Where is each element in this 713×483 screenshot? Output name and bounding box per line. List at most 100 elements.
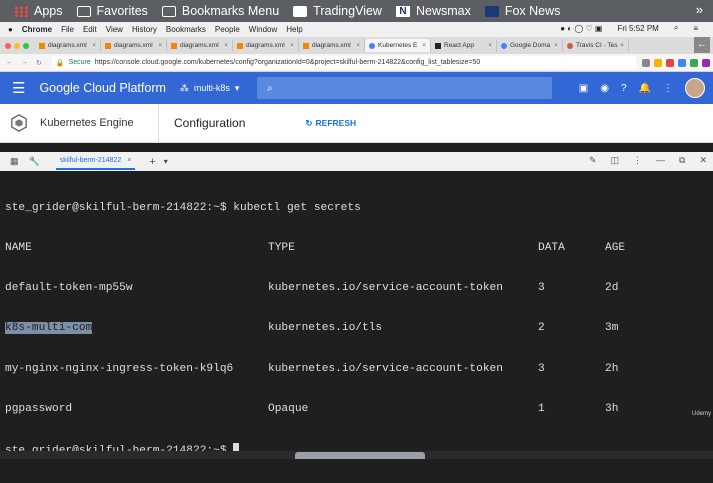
table-row: k8s-multi-com kubernetes.io/tls 2 3m bbox=[5, 322, 708, 335]
open-new-window-icon[interactable]: ⧉ bbox=[679, 155, 685, 166]
help-icon[interactable]: ? bbox=[621, 83, 627, 94]
extension-icon[interactable] bbox=[701, 58, 710, 67]
minimize-window-icon[interactable] bbox=[14, 42, 20, 49]
spotlight-icon[interactable]: ⌕ bbox=[674, 23, 678, 33]
bookmark-tradingview[interactable]: TradingView bbox=[293, 4, 382, 18]
more-vert-icon[interactable]: ⋮ bbox=[633, 155, 642, 166]
browser-tab[interactable]: diagrams.xml × bbox=[101, 39, 167, 52]
kubernetes-engine-icon bbox=[11, 114, 27, 132]
menu-item-view[interactable]: View bbox=[106, 25, 123, 34]
shell-tab[interactable]: skilful-berm-214822 × bbox=[55, 154, 136, 170]
menu-item-people[interactable]: People bbox=[215, 25, 240, 34]
browser-tab[interactable]: Travis CI - Tes × bbox=[563, 39, 629, 52]
header-name: NAME bbox=[5, 242, 32, 255]
bookmark-bookmarks-menu[interactable]: Bookmarks Menu bbox=[161, 4, 279, 18]
notification-icon[interactable]: ≡ bbox=[693, 24, 698, 33]
extension-icon[interactable] bbox=[689, 58, 698, 67]
extension-icon[interactable] bbox=[677, 58, 686, 67]
cloud-shell-icon[interactable]: ◉ bbox=[600, 83, 609, 94]
refresh-label: REFRESH bbox=[315, 118, 357, 128]
search-bar[interactable]: ⌕ bbox=[257, 77, 552, 99]
forward-icon[interactable]: → bbox=[21, 59, 28, 66]
bookmark-label: Fox News bbox=[504, 4, 561, 18]
travis-icon bbox=[567, 42, 573, 49]
close-tab-icon[interactable]: × bbox=[620, 42, 624, 49]
menu-item-bookmarks[interactable]: Bookmarks bbox=[166, 25, 206, 34]
url-field[interactable]: 🔒 Secure https://console.cloud.google.co… bbox=[51, 56, 636, 69]
bookmark-label: Favorites bbox=[96, 4, 148, 18]
avatar[interactable] bbox=[685, 78, 705, 98]
menu-item-window[interactable]: Window bbox=[249, 25, 277, 34]
table-row: pgpassword Opaque 1 3h bbox=[5, 403, 708, 416]
refresh-button[interactable]: ↻ REFRESH bbox=[305, 118, 356, 129]
menu-status-area: ● ◐ ◯ ♡ ▣ Fri 5:52 PM ⌕ ≡ bbox=[560, 23, 707, 33]
chevron-down-icon[interactable]: ▾ bbox=[164, 157, 168, 166]
project-selector[interactable]: ⁂ multi-k8s ▾ bbox=[180, 83, 240, 94]
browser-tab[interactable]: React App × bbox=[431, 39, 497, 52]
secure-label: Secure bbox=[68, 59, 91, 66]
bookmark-fox-news[interactable]: Fox News bbox=[484, 4, 561, 18]
browser-tab-strip: diagrams.xml × diagrams.xml × diagrams.xml… bbox=[0, 37, 713, 54]
back-arrow-icon[interactable]: ← bbox=[694, 37, 710, 53]
search-icon: ⌕ bbox=[267, 82, 273, 94]
menu-item-history[interactable]: History bbox=[132, 25, 157, 34]
close-tab-icon[interactable]: × bbox=[127, 157, 131, 164]
keyboard-icon[interactable]: ▦ bbox=[10, 156, 19, 167]
browser-tab[interactable]: Google Doma × bbox=[497, 39, 563, 52]
menu-app-name[interactable]: Chrome bbox=[22, 25, 52, 34]
browser-tab-active[interactable]: Kubernetes E × bbox=[365, 39, 431, 52]
close-tab-icon[interactable]: × bbox=[92, 42, 96, 49]
menu-item-file[interactable]: File bbox=[61, 25, 74, 34]
wrench-icon[interactable]: 🔧 bbox=[29, 156, 40, 167]
close-tab-icon[interactable]: × bbox=[224, 42, 228, 49]
drawio-icon bbox=[105, 42, 111, 49]
more-vert-icon[interactable]: ⋮ bbox=[663, 83, 673, 94]
terminal[interactable]: ste_grider@skilful-berm-214822:~$ kubect… bbox=[0, 171, 713, 457]
close-tab-icon[interactable]: × bbox=[422, 42, 426, 49]
extension-icon[interactable] bbox=[665, 58, 674, 67]
close-icon[interactable]: ✕ bbox=[699, 155, 707, 166]
minimize-icon[interactable]: — bbox=[656, 155, 665, 166]
tab-label: diagrams.xml bbox=[312, 42, 351, 49]
more-bookmarks-icon[interactable]: » bbox=[696, 2, 703, 17]
notifications-icon[interactable]: 🔔 bbox=[639, 83, 651, 94]
back-icon[interactable]: ← bbox=[6, 59, 13, 66]
close-tab-icon[interactable]: × bbox=[158, 42, 162, 49]
secret-name: default-token-mp55w bbox=[5, 282, 133, 295]
tab-label: Kubernetes E bbox=[378, 42, 418, 49]
secret-name: pgpassword bbox=[5, 402, 73, 415]
folder-icon bbox=[76, 5, 91, 17]
hamburger-menu-icon[interactable]: ☰ bbox=[12, 79, 25, 97]
zoom-icon[interactable] bbox=[641, 58, 650, 67]
bookmark-newsmax[interactable]: N Newsmax bbox=[395, 4, 471, 18]
bookmark-apps[interactable]: Apps bbox=[14, 4, 63, 18]
star-icon[interactable] bbox=[653, 58, 662, 67]
edit-icon[interactable]: ✎ bbox=[589, 155, 597, 166]
browser-tab[interactable]: diagrams.xml × bbox=[233, 39, 299, 52]
bookmark-label: Apps bbox=[34, 4, 63, 18]
google-icon bbox=[501, 42, 507, 49]
gcp-title[interactable]: Google Cloud Platform bbox=[39, 81, 165, 95]
browser-tab[interactable]: diagrams.xml × bbox=[167, 39, 233, 52]
close-tab-icon[interactable]: × bbox=[356, 42, 360, 49]
secret-type: Opaque bbox=[268, 402, 309, 415]
zoom-window-icon[interactable] bbox=[23, 42, 29, 49]
close-tab-icon[interactable]: × bbox=[554, 42, 558, 49]
close-tab-icon[interactable]: × bbox=[290, 42, 294, 49]
drawio-icon bbox=[39, 42, 45, 49]
close-tab-icon[interactable]: × bbox=[488, 42, 492, 49]
web-preview-icon[interactable]: ◫ bbox=[611, 155, 620, 166]
gift-icon[interactable]: ▣ bbox=[579, 83, 588, 94]
secret-age: 2d bbox=[605, 282, 619, 295]
browser-tab[interactable]: diagrams.xml × bbox=[299, 39, 365, 52]
browser-tab[interactable]: diagrams.xml × bbox=[35, 39, 101, 52]
add-tab-icon[interactable]: + bbox=[149, 156, 155, 168]
reload-icon[interactable]: ↻ bbox=[36, 59, 42, 67]
bookmark-favorites[interactable]: Favorites bbox=[76, 4, 148, 18]
close-window-icon[interactable] bbox=[5, 42, 11, 49]
apple-icon[interactable]: ● bbox=[8, 25, 13, 34]
menu-item-edit[interactable]: Edit bbox=[83, 25, 97, 34]
bookmarks-bar: Apps Favorites Bookmarks Menu TradingVie… bbox=[0, 0, 713, 22]
selected-secret-name[interactable]: k8s-multi-com bbox=[5, 322, 93, 335]
menu-item-help[interactable]: Help bbox=[286, 25, 302, 34]
